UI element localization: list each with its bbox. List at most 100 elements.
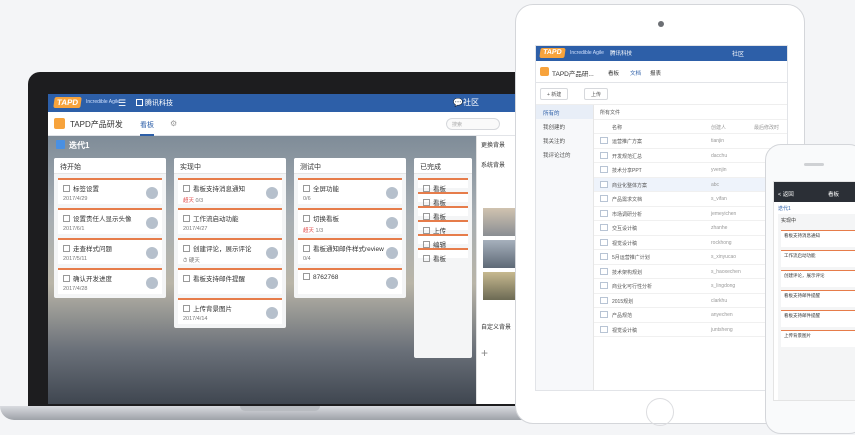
mindmap-icon — [600, 253, 608, 260]
project-title[interactable]: TAPD产品研发 — [70, 119, 123, 130]
task-card[interactable]: 切换看板 超天 1/3 — [298, 208, 402, 234]
task-card[interactable]: 标签设置 2017/4/29 — [58, 178, 162, 204]
avatar — [386, 187, 398, 199]
task-card[interactable]: 看板通知邮件样式review 0/4 — [298, 238, 402, 264]
task-card[interactable]: 工作流启动功能 — [781, 250, 855, 267]
project-icon — [540, 67, 549, 76]
file-row[interactable]: 交互设计稿 zhanhe — [594, 221, 787, 236]
search-input[interactable]: 搜索 — [446, 118, 500, 130]
community-link[interactable]: 社区 — [732, 49, 744, 58]
task-card[interactable]: 设置责任人显示头像 2017/6/1 — [58, 208, 162, 234]
org-name[interactable]: 腾讯科技 — [610, 49, 632, 57]
task-card[interactable]: 看板支持邮件提醒 — [781, 290, 855, 307]
task-card[interactable]: 看板 — [418, 206, 468, 221]
file-row[interactable]: 技术架构规划 s_haoxechen — [594, 265, 787, 279]
file-row[interactable]: 视觉设计稿 juntsheng — [594, 323, 787, 337]
task-card[interactable]: 上传背景图片 2017/4/14 — [178, 298, 282, 324]
file-name: 技术架构规划 — [612, 269, 643, 276]
task-card[interactable]: 看板支持消息通知 超天 0/3 — [178, 178, 282, 204]
avatar — [386, 217, 398, 229]
iteration-title[interactable]: 迭代1 — [56, 140, 89, 151]
tab-board[interactable]: 看板 — [608, 69, 619, 77]
card-meta: ⏱ 硬天 — [183, 258, 200, 264]
menu-icon[interactable]: ☰ — [118, 98, 126, 109]
task-card[interactable]: 看板支持邮件提醒 — [781, 310, 855, 327]
folder-icon — [600, 180, 608, 188]
task-card[interactable]: 看板 — [418, 248, 468, 263]
file-row[interactable]: 视觉设计稿 rockhong — [594, 236, 787, 250]
nav-all[interactable]: 所有的 — [536, 105, 593, 119]
community-link[interactable]: 💬社区 — [453, 97, 479, 108]
file-row[interactable]: 运营推广方案 tianjin — [594, 134, 787, 149]
task-card[interactable]: 全屏功能 0/6 — [298, 178, 402, 204]
task-card[interactable]: 编辑 — [418, 234, 468, 249]
phone-frame: < 返回 看板 迭代1 实现中 看板支持消息通知 工作流启动功能 创建评论，展示… — [765, 144, 855, 434]
nav-created[interactable]: 我创建的 — [536, 119, 593, 133]
task-card[interactable]: 看板 — [418, 192, 468, 207]
home-button[interactable] — [646, 398, 674, 426]
file-row[interactable]: 产品需求文档 s_vifan — [594, 192, 787, 207]
overdue-badge: 超天 — [183, 198, 195, 204]
file-row[interactable]: 产品规范 anyechen — [594, 308, 787, 323]
task-card[interactable]: 上传 — [418, 220, 468, 235]
kanban-board: 迭代1 待开始 标签设置 2017/4/29 设置责任人显示头像 2017/6/1 … — [48, 136, 476, 404]
avatar — [146, 217, 158, 229]
back-button[interactable]: < 返回 — [778, 190, 794, 198]
task-card[interactable]: 看板支持邮件提醒 — [178, 268, 282, 294]
file-row[interactable]: 5月运营推广计划 s_xinyucao — [594, 250, 787, 265]
folder-icon — [600, 296, 608, 304]
task-card[interactable]: 看板 — [418, 178, 468, 193]
laptop-notch — [240, 406, 320, 411]
column-title: 待开始 — [54, 158, 166, 174]
folder-icon — [600, 311, 608, 318]
project-header: TAPD产品研发 看板 ⚙ 搜索 — [48, 112, 518, 136]
new-button[interactable]: + 新建 — [540, 88, 569, 100]
bg-thumbnail[interactable] — [483, 240, 518, 268]
file-row[interactable]: 市场调研分析 jemeyichen — [594, 207, 787, 221]
task-card[interactable]: 创建评论，展示评论 — [781, 270, 855, 287]
card-title: 走查样式问题 — [63, 243, 157, 253]
task-card[interactable]: 工作流启动功能 2017/4/27 — [178, 208, 282, 234]
iteration-label: 迭代1 — [69, 141, 90, 150]
org-switcher[interactable]: 腾讯科技 — [136, 98, 173, 108]
add-bg-button[interactable]: + — [481, 346, 488, 360]
tablet-screen: TAPD Incredible Agile 腾讯科技 社区 TAPD产品研...… — [535, 45, 788, 391]
file-row[interactable]: 技术分享PPT yvenjin — [594, 163, 787, 178]
card-title: 设置责任人显示头像 — [63, 213, 157, 223]
file-row[interactable]: 商业化整体方案 abc — [594, 177, 787, 192]
column-title: 测试中 — [294, 158, 406, 174]
settings-icon[interactable]: ⚙ — [170, 119, 177, 128]
bg-thumbnail[interactable] — [483, 272, 518, 300]
file-row[interactable]: 开发规范汇总 dacchu — [594, 149, 787, 163]
card-date: 2017/4/14 — [183, 316, 208, 322]
tab-reports[interactable]: 报表 — [650, 69, 661, 77]
phone-speaker — [804, 163, 824, 166]
task-card[interactable]: 上传背景图片 — [781, 330, 855, 347]
upload-button[interactable]: 上传 — [584, 88, 609, 100]
tapd-logo: TAPD — [539, 48, 566, 58]
task-card[interactable]: 创建评论，展示评论 ⏱ 硬天 — [178, 238, 282, 264]
bg-thumbnail[interactable] — [483, 208, 518, 236]
file-row[interactable]: 商业化可行性分析 s_lingdong — [594, 279, 787, 294]
file-creator: s_haoxechen — [711, 268, 741, 275]
task-card[interactable]: 看板支持消息通知 — [781, 230, 855, 247]
collapse-icon[interactable] — [56, 140, 65, 149]
project-title[interactable]: TAPD产品研... — [552, 68, 594, 78]
tab-board[interactable]: 看板 — [140, 120, 154, 136]
top-nav-bar: TAPD Incredible Agile ☰ 腾讯科技 💬社区 — [48, 94, 518, 112]
nav-followed[interactable]: 我关注的 — [536, 133, 593, 147]
building-icon — [136, 99, 143, 106]
task-card[interactable]: 确认开发进度 2017/4/28 — [58, 268, 162, 294]
tablet-toolbar: + 新建 上传 — [536, 83, 787, 105]
column-in-progress: 实现中 看板支持消息通知 超天 0/3 工作流启动功能 2017/4/27 创建评论… — [174, 158, 286, 328]
column-title: 实现中 — [781, 218, 797, 224]
column-done: 已完成 看板 看板 看板 上传 编辑 看板 — [414, 158, 472, 358]
file-creator: dacchu — [711, 152, 728, 159]
task-card[interactable]: 走查样式问题 2017/5/11 — [58, 238, 162, 264]
nav-commented[interactable]: 我评论过的 — [536, 147, 593, 161]
file-row[interactable]: 2015规划 clarkhu — [594, 294, 787, 308]
task-card[interactable]: 8762768 — [298, 268, 402, 294]
card-title: 确认开发进度 — [63, 273, 157, 283]
tab-docs[interactable]: 文档 — [630, 69, 641, 77]
phone-iteration[interactable]: 迭代1 — [778, 205, 791, 212]
